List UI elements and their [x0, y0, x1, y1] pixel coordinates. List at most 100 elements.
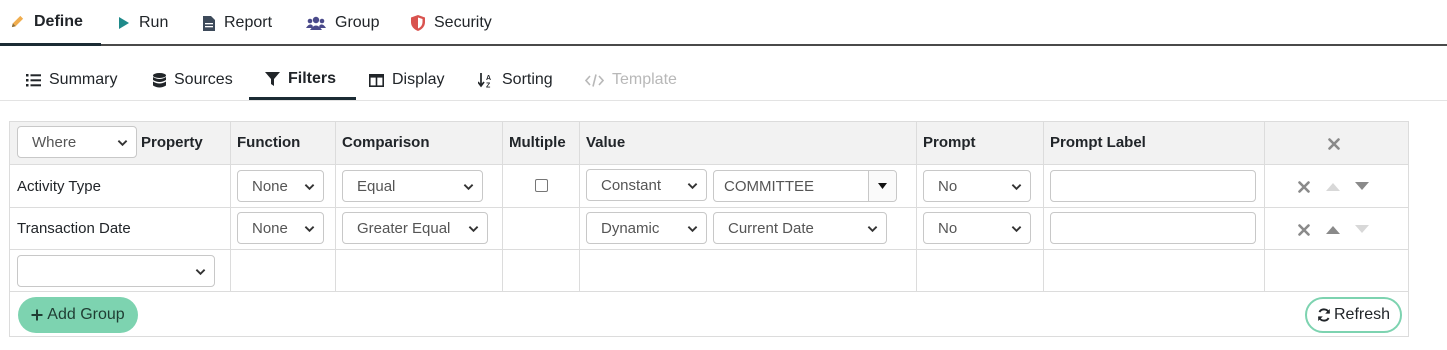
tab-display[interactable]: Display	[369, 60, 444, 100]
refresh-icon	[1318, 308, 1330, 322]
col-divider	[230, 122, 231, 291]
tab-summary[interactable]: Summary	[26, 60, 117, 100]
row1-remove-icon[interactable]	[1298, 181, 1310, 193]
file-icon	[203, 15, 215, 31]
chevron-down-icon	[195, 269, 206, 276]
tab-filters[interactable]: Filters	[249, 60, 357, 100]
where-select-value: Where	[32, 133, 77, 151]
row1-function-value: None	[252, 177, 288, 195]
caret-down-icon	[878, 183, 887, 189]
row2-property: Transaction Date	[17, 220, 131, 237]
row2-remove-icon[interactable]	[1298, 224, 1310, 236]
row1-property: Activity Type	[17, 178, 101, 195]
row-divider	[10, 207, 1408, 208]
row1-value-combobox[interactable]: COMMITTEE	[713, 170, 897, 202]
tab-run-label: Run	[139, 14, 169, 31]
remove-all-icon[interactable]	[1328, 138, 1340, 150]
tab-define[interactable]: Define	[0, 0, 101, 46]
row1-move-down-icon[interactable]	[1355, 182, 1369, 191]
row1-value-type-select[interactable]: Constant	[586, 169, 707, 201]
row2-prompt-select[interactable]: No	[923, 212, 1031, 244]
refresh-button[interactable]: Refresh	[1305, 297, 1402, 333]
tab-run[interactable]: Run	[118, 0, 168, 46]
svg-text:Z: Z	[486, 82, 491, 88]
header-property: Property	[141, 134, 203, 151]
col-divider	[1264, 122, 1265, 291]
col-divider	[916, 122, 917, 291]
row2-comparison-value: Greater Equal	[357, 219, 451, 237]
add-group-label: Add Group	[47, 306, 125, 323]
row2-comparison-select[interactable]: Greater Equal	[342, 212, 488, 244]
tab-template: Template	[585, 60, 677, 100]
row1-function-select[interactable]: None	[237, 170, 324, 202]
chevron-down-icon	[1011, 184, 1022, 191]
database-icon	[153, 72, 166, 87]
row1-value-dropdown-button[interactable]	[868, 171, 896, 201]
svg-text:A: A	[486, 75, 491, 82]
row2-prompt-value: No	[938, 219, 958, 237]
tab-sorting-label: Sorting	[502, 71, 553, 88]
tab-sources-label: Sources	[174, 71, 233, 88]
row1-comparison-select[interactable]: Equal	[342, 170, 483, 202]
row2-prompt-label-input[interactable]	[1050, 212, 1256, 244]
row1-value-text: COMMITTEE	[724, 177, 814, 195]
sub-tab-bar: Summary Sources Filters Display AZ Sorti…	[0, 60, 1447, 101]
row-divider	[10, 164, 1408, 165]
chevron-down-icon	[687, 183, 698, 190]
chevron-down-icon	[687, 226, 698, 233]
sort-icon: AZ	[478, 72, 491, 88]
header-comparison: Comparison	[342, 134, 430, 151]
code-icon	[585, 73, 604, 87]
chevron-down-icon	[1011, 226, 1022, 233]
row-divider	[10, 291, 1408, 292]
row1-prompt-value: No	[938, 177, 958, 195]
pencil-icon	[11, 15, 24, 28]
tab-security[interactable]: Security	[411, 0, 492, 46]
play-icon	[119, 17, 129, 29]
col-divider	[335, 122, 336, 291]
chevron-down-icon	[468, 226, 479, 233]
row1-prompt-select[interactable]: No	[923, 170, 1031, 202]
row-divider	[10, 249, 1408, 250]
header-value: Value	[586, 134, 626, 151]
header-prompt-label: Prompt Label	[1050, 134, 1146, 151]
col-divider	[579, 122, 580, 291]
row1-move-up-icon	[1326, 183, 1340, 191]
chevron-down-icon	[463, 184, 474, 191]
tab-security-label: Security	[434, 14, 492, 31]
row2-value-select[interactable]: Current Date	[713, 212, 887, 244]
row2-value-type-select[interactable]: Dynamic	[586, 212, 707, 244]
tab-sources[interactable]: Sources	[153, 60, 233, 100]
row2-value-type: Dynamic	[601, 219, 660, 237]
refresh-label: Refresh	[1333, 306, 1391, 323]
header-prompt: Prompt	[923, 134, 976, 151]
list-icon	[26, 73, 41, 86]
row2-move-down-icon	[1355, 225, 1369, 233]
chevron-down-icon	[304, 184, 315, 191]
tab-group-label: Group	[335, 14, 380, 31]
plus-icon	[31, 309, 43, 321]
header-multiple: Multiple	[509, 134, 566, 151]
row1-multiple-checkbox[interactable]	[535, 179, 548, 192]
new-property-select[interactable]	[17, 255, 215, 287]
row2-move-up-icon[interactable]	[1326, 225, 1340, 234]
tab-group[interactable]: Group	[306, 0, 379, 46]
table-icon	[369, 73, 384, 87]
filter-icon	[265, 71, 280, 86]
filter-grid: Where Property Function Comparison Multi…	[9, 121, 1409, 337]
users-icon	[306, 16, 326, 30]
chevron-down-icon	[867, 226, 878, 233]
row2-function-select[interactable]: None	[237, 212, 324, 244]
shield-icon	[411, 15, 425, 31]
row1-prompt-label-input[interactable]	[1050, 170, 1256, 202]
tab-sorting[interactable]: AZ Sorting	[478, 60, 553, 100]
where-select[interactable]: Where	[17, 126, 137, 158]
col-divider	[1043, 122, 1044, 291]
tab-define-label: Define	[34, 12, 83, 30]
row1-value-type: Constant	[601, 176, 662, 194]
add-group-button[interactable]: Add Group	[18, 297, 138, 333]
tab-display-label: Display	[392, 71, 445, 88]
tab-report[interactable]: Report	[203, 0, 272, 46]
header-function: Function	[237, 134, 301, 151]
tab-filters-label: Filters	[288, 69, 337, 87]
